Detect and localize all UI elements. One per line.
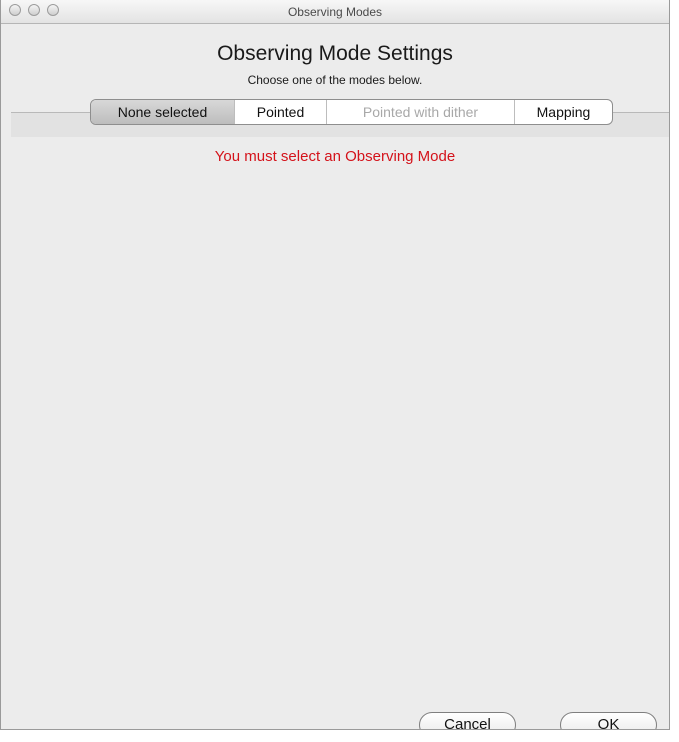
window-title: Observing Modes: [287, 5, 383, 19]
cancel-button[interactable]: Cancel: [419, 712, 516, 729]
validation-error-message: You must select an Observing Mode: [214, 148, 456, 165]
tab-pointed[interactable]: Pointed: [235, 100, 327, 124]
ok-button[interactable]: OK: [560, 712, 657, 729]
observing-modes-window: Observing Modes Observing Mode Settings …: [0, 0, 670, 730]
dialog-title: Observing Mode Settings: [217, 42, 453, 65]
tab-pointed-with-dither: Pointed with dither: [327, 100, 515, 124]
dialog-subtitle: Choose one of the modes below.: [247, 73, 423, 87]
tab-mapping[interactable]: Mapping: [515, 100, 612, 124]
mode-tab-bar: None selected Pointed Pointed with dithe…: [90, 99, 613, 125]
tab-none-selected[interactable]: None selected: [91, 100, 235, 124]
title-bar[interactable]: Observing Modes: [1, 0, 669, 24]
